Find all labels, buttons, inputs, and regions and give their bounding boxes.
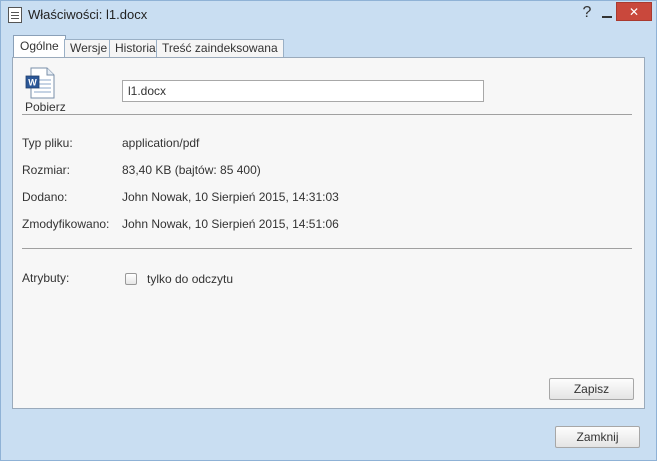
file-type-label: Typ pliku: — [22, 136, 73, 150]
minimize-button[interactable] — [600, 3, 614, 23]
size-value: 83,40 KB (bajtów: 85 400) — [122, 163, 261, 177]
added-value: John Nowak, 10 Sierpień 2015, 14:31:03 — [122, 190, 339, 204]
divider — [22, 114, 632, 115]
save-button[interactable]: Zapisz — [549, 378, 634, 400]
modified-label: Zmodyfikowano: — [22, 217, 110, 231]
minimize-icon — [602, 16, 612, 18]
close-button[interactable]: Zamknij — [555, 426, 640, 448]
readonly-checkbox[interactable] — [125, 273, 137, 285]
general-panel: W Pobierz Typ pliku: application/pdf Roz… — [12, 57, 645, 409]
word-document-icon[interactable]: W — [25, 67, 55, 99]
tab-general[interactable]: Ogólne — [13, 35, 66, 58]
file-type-value: application/pdf — [122, 136, 200, 150]
added-label: Dodano: — [22, 190, 68, 204]
size-label: Rozmiar: — [22, 163, 71, 177]
close-window-button[interactable]: ✕ — [616, 2, 652, 21]
window-title: Właściwości: l1.docx — [28, 7, 148, 22]
download-link[interactable]: Pobierz — [25, 100, 66, 114]
document-icon — [8, 7, 22, 23]
tab-indexed-content[interactable]: Treść zaindeksowana — [156, 39, 284, 58]
tab-versions[interactable]: Wersje — [64, 39, 114, 58]
title-bar[interactable]: Właściwości: l1.docx ? ✕ — [1, 1, 656, 29]
file-name-input[interactable] — [122, 80, 484, 102]
attributes-label: Atrybuty: — [22, 271, 70, 285]
tab-history[interactable]: Historia — [109, 39, 162, 58]
help-button[interactable]: ? — [579, 3, 595, 23]
divider — [22, 248, 632, 249]
properties-dialog: Właściwości: l1.docx ? ✕ Ogólne Wersje H… — [0, 0, 657, 461]
readonly-checkbox-label[interactable]: tylko do odczytu — [147, 272, 233, 286]
modified-value: John Nowak, 10 Sierpień 2015, 14:51:06 — [122, 217, 339, 231]
svg-text:W: W — [28, 78, 37, 88]
